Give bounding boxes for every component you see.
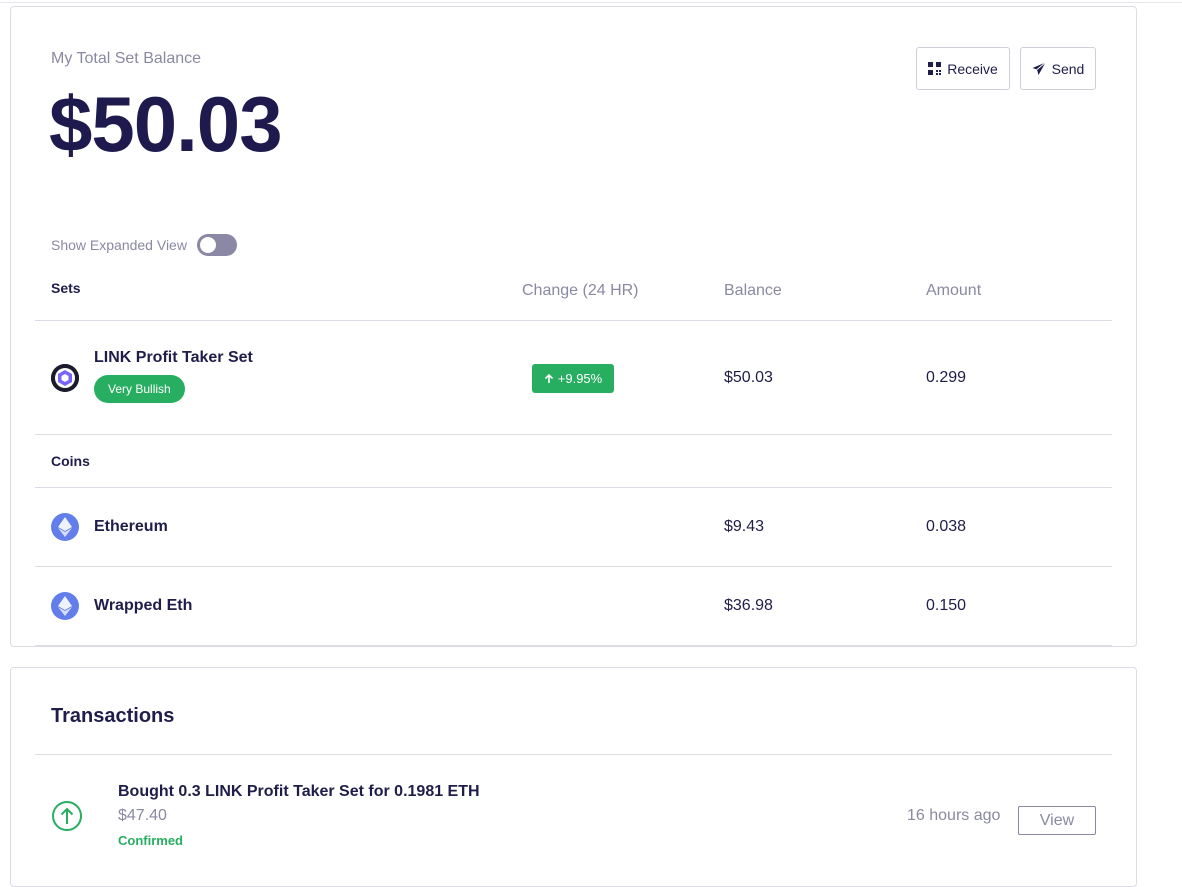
- total-balance-amount: $50.03: [49, 80, 283, 168]
- divider: [35, 645, 1112, 646]
- expanded-view-toggle[interactable]: [196, 234, 237, 256]
- divider: [35, 487, 1112, 488]
- qr-grid-icon: [928, 62, 942, 75]
- expanded-view-label: Show Expanded View: [51, 237, 187, 253]
- toggle-knob: [199, 237, 216, 253]
- sentiment-badge: Very Bullish: [94, 375, 185, 403]
- sets-section-label: Sets: [51, 280, 81, 296]
- amount-column-header: Amount: [926, 282, 982, 299]
- transactions-card: Transactions Bought 0.3 LINK Profit Take…: [10, 667, 1137, 887]
- arrow-up-circle-icon: [52, 801, 82, 831]
- link-set-icon: [51, 364, 79, 392]
- receive-button-label: Receive: [947, 60, 998, 77]
- coin-balance: $9.43: [724, 518, 765, 535]
- coin-balance: $36.98: [724, 597, 773, 614]
- transaction-description: Bought 0.3 LINK Profit Taker Set for 0.1…: [118, 783, 480, 800]
- change-column-header: Change (24 HR): [522, 282, 639, 299]
- change-badge: +9.95%: [532, 364, 614, 393]
- coin-amount: 0.150: [926, 597, 967, 614]
- expanded-view-toggle-row: Show Expanded View: [51, 234, 237, 256]
- ethereum-icon: [51, 513, 79, 541]
- coins-section-label: Coins: [51, 453, 90, 469]
- coin-amount: 0.038: [926, 518, 967, 535]
- set-name[interactable]: LINK Profit Taker Set: [94, 349, 253, 367]
- send-button-label: Send: [1051, 60, 1085, 77]
- receive-button[interactable]: Receive: [916, 47, 1010, 90]
- balance-column-header: Balance: [724, 282, 782, 299]
- balance-title: My Total Set Balance: [51, 50, 202, 67]
- ethereum-icon: [51, 592, 79, 620]
- coin-name[interactable]: Wrapped Eth: [94, 597, 192, 615]
- balance-card: My Total Set Balance $50.03 Receive Send…: [10, 6, 1137, 647]
- set-balance: $50.03: [724, 369, 773, 386]
- transactions-title: Transactions: [51, 705, 175, 727]
- change-value: +9.95%: [557, 371, 603, 386]
- divider: [35, 320, 1112, 321]
- divider: [35, 566, 1112, 567]
- arrow-up-icon: [544, 373, 553, 383]
- paper-plane-icon: [1032, 61, 1046, 75]
- transaction-amount: $47.40: [118, 807, 167, 824]
- transaction-status: Confirmed: [118, 833, 183, 848]
- set-amount: 0.299: [926, 369, 967, 386]
- divider: [35, 754, 1112, 755]
- divider: [35, 434, 1112, 435]
- top-divider: [0, 2, 1182, 3]
- coin-name[interactable]: Ethereum: [94, 518, 168, 536]
- view-transaction-button[interactable]: View: [1018, 806, 1096, 835]
- send-button[interactable]: Send: [1020, 47, 1096, 90]
- transaction-time: 16 hours ago: [907, 807, 1001, 824]
